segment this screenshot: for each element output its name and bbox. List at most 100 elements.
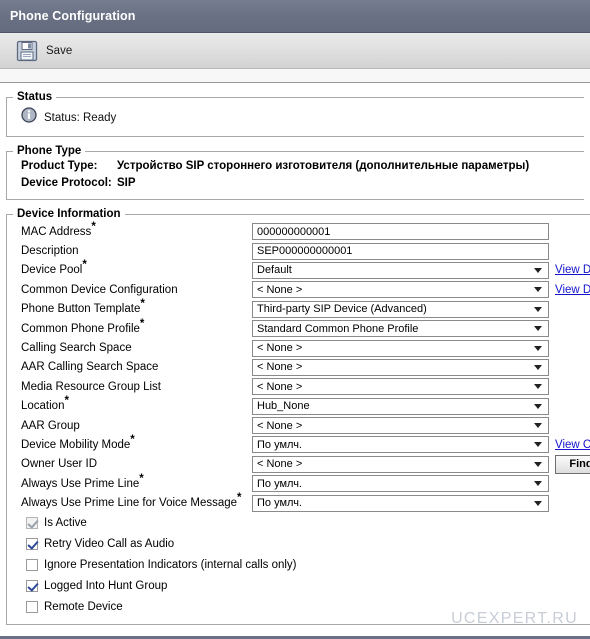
field-label: Common Device Configuration xyxy=(21,284,252,296)
checkbox-row: Ignore Presentation Indicators (internal… xyxy=(7,555,590,576)
chevron-down-icon xyxy=(534,267,542,273)
field-control: < None > xyxy=(252,378,549,396)
field-label-text: AAR Group xyxy=(21,419,80,432)
dropdown-value: По умлч. xyxy=(257,438,302,451)
field-label: Calling Search Space xyxy=(21,342,252,354)
field-label-text: Always Use Prime Line for Voice Message xyxy=(21,497,238,510)
checkbox-row: Logged Into Hunt Group xyxy=(7,576,590,597)
field-label-text: AAR Calling Search Space xyxy=(21,361,159,374)
field-label: Owner User ID xyxy=(21,458,252,470)
checkbox-label: Logged Into Hunt Group xyxy=(44,580,168,593)
checkbox-label: Is Active xyxy=(44,517,87,530)
dropdown-value: По умлч. xyxy=(257,477,302,490)
find-button[interactable]: Find xyxy=(555,454,590,474)
field-label-text: Media Resource Group List xyxy=(21,380,161,393)
form-row: Common Phone Profile* Standard Common Pho… xyxy=(7,318,590,338)
field-label: Media Resource Group List xyxy=(21,381,252,393)
dropdown-select[interactable]: Default xyxy=(252,261,549,279)
field-label-text: MAC Address xyxy=(21,225,92,238)
form-row: Always Use Prime Line for Voice Message*… xyxy=(7,493,590,512)
form-row: Location* Hub_None xyxy=(7,396,590,416)
dropdown-value: < None > xyxy=(257,380,303,393)
dropdown-select[interactable]: < None > xyxy=(252,455,549,473)
device-information-section-legend: Device Information xyxy=(17,208,121,220)
dropdown-select[interactable]: < None > xyxy=(252,339,549,357)
dropdown-select[interactable]: < None > xyxy=(252,358,549,376)
chevron-down-icon xyxy=(534,384,542,390)
dropdown-value: Third-party SIP Device (Advanced) xyxy=(257,303,427,316)
field-control: По умлч. xyxy=(252,494,549,512)
field-control: Standard Common Phone Profile xyxy=(252,320,549,338)
checkbox-row: Is Active xyxy=(7,513,590,534)
required-asterisk-icon: * xyxy=(82,259,87,272)
field-label-text: Always Use Prime Line xyxy=(21,477,140,490)
dropdown-select[interactable]: < None > xyxy=(252,417,549,435)
window-titlebar: Phone Configuration xyxy=(0,0,590,33)
status-section-legend: Status xyxy=(17,91,53,103)
checkbox-row: Retry Video Call as Audio xyxy=(7,534,590,555)
dropdown-select[interactable]: Hub_None xyxy=(252,397,549,415)
text-input[interactable] xyxy=(252,223,549,241)
phone-type-section: Phone Type Product Type: Устройство SIP с… xyxy=(6,145,584,200)
checkbox-label: Remote Device xyxy=(44,601,123,614)
field-label-text: Device Mobility Mode xyxy=(21,438,131,451)
dropdown-select[interactable]: По умлч. xyxy=(252,475,549,493)
field-label: Always Use Prime Line for Voice Message* xyxy=(21,493,252,510)
dropdown-value: Standard Common Phone Profile xyxy=(257,322,419,335)
checkbox[interactable] xyxy=(26,538,38,551)
dropdown-value: < None > xyxy=(257,458,303,471)
save-button-label: Save xyxy=(46,44,73,57)
form-row: Owner User ID < None > Find xyxy=(7,454,590,474)
field-control: Hub_None xyxy=(252,397,549,415)
field-control: Third-party SIP Device (Advanced) xyxy=(252,300,549,318)
dropdown-select[interactable]: < None > xyxy=(252,378,549,396)
dropdown-value: < None > xyxy=(257,283,303,296)
chevron-down-icon xyxy=(534,306,542,312)
dropdown-value: По умлч. xyxy=(257,497,302,510)
field-control xyxy=(252,223,549,241)
status-row: Status: Ready xyxy=(7,103,584,136)
checkbox[interactable] xyxy=(26,580,38,593)
phone-configuration-page: Phone Configuration Save Status Status: … xyxy=(0,0,590,639)
field-label: AAR Calling Search Space xyxy=(21,361,252,373)
form-row: AAR Calling Search Space < None > xyxy=(7,358,590,377)
view-details-link[interactable]: View Details xyxy=(555,264,590,276)
dropdown-select[interactable]: По умлч. xyxy=(252,436,549,454)
field-label-text: Device Pool xyxy=(21,264,83,277)
field-control: По умлч. xyxy=(252,475,549,493)
chevron-down-icon xyxy=(534,442,542,448)
dropdown-select[interactable]: Standard Common Phone Profile xyxy=(252,320,549,338)
phone-type-key: Device Protocol: xyxy=(21,177,112,189)
field-label: Device Pool* xyxy=(21,260,252,277)
form-row: AAR Group < None > xyxy=(7,416,590,435)
toolbar-divider xyxy=(0,69,590,83)
form-row: Description xyxy=(7,241,590,260)
field-label: Device Mobility Mode* xyxy=(21,434,252,451)
info-icon xyxy=(21,107,37,128)
field-label: Location* xyxy=(21,396,252,413)
form-row: Calling Search Space < None > xyxy=(7,338,590,357)
save-button[interactable]: Save xyxy=(12,38,76,64)
dropdown-select[interactable]: По умлч. xyxy=(252,494,549,512)
chevron-down-icon xyxy=(534,500,542,506)
dropdown-select[interactable]: Third-party SIP Device (Advanced) xyxy=(252,300,549,318)
field-control: По умлч. View Current Device Mobility Set… xyxy=(252,436,590,454)
chevron-down-icon xyxy=(534,481,542,487)
field-label-text: Common Phone Profile xyxy=(21,322,140,335)
checkbox[interactable] xyxy=(26,559,38,572)
chevron-down-icon xyxy=(534,461,542,467)
field-control: Default View Details xyxy=(252,261,590,279)
view-details-link[interactable]: View Current Device Mobility Settings xyxy=(555,439,590,451)
dropdown-select[interactable]: < None > xyxy=(252,281,549,299)
form-row: Always Use Prime Line* По умлч. xyxy=(7,473,590,493)
field-control: < None > xyxy=(252,417,549,435)
text-input[interactable] xyxy=(252,242,549,260)
form-row: MAC Address* xyxy=(7,221,590,241)
field-label: AAR Group xyxy=(21,420,252,432)
checkbox[interactable] xyxy=(26,601,38,614)
phone-type-section-legend: Phone Type xyxy=(17,145,82,157)
status-text: Status: Ready xyxy=(44,111,117,124)
device-information-section: Device Information MAC Address*Descripti… xyxy=(6,208,590,625)
required-asterisk-icon: * xyxy=(237,492,242,505)
view-details-link[interactable]: View Details xyxy=(555,284,590,296)
